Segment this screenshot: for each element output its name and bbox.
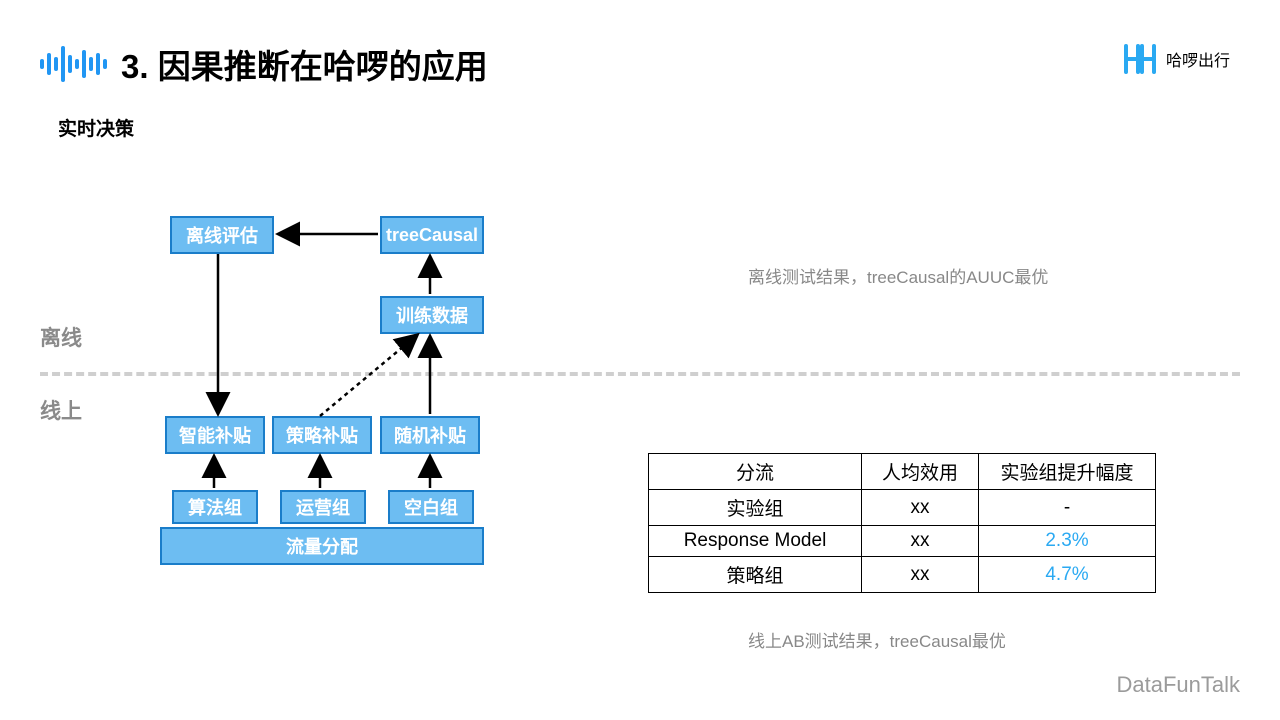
ab-results-table: 分流 人均效用 实验组提升幅度 实验组xx- Response Modelxx2… [648, 453, 1156, 593]
tbl-h2: 实验组提升幅度 [979, 454, 1156, 490]
tbl-h1: 人均效用 [862, 454, 979, 490]
table-row: 实验组xx- [649, 490, 1156, 526]
online-result-note: 线上AB测试结果，treeCausal最优 [748, 627, 1006, 652]
table-row: 策略组xx4.7% [649, 557, 1156, 593]
diagram-arrows [0, 0, 1280, 720]
offline-result-note: 离线测试结果，treeCausal的AUUC最优 [748, 263, 1048, 288]
tbl-h0: 分流 [649, 454, 862, 490]
table-row: Response Modelxx2.3% [649, 526, 1156, 557]
footer-brand: DataFunTalk [1116, 672, 1240, 698]
